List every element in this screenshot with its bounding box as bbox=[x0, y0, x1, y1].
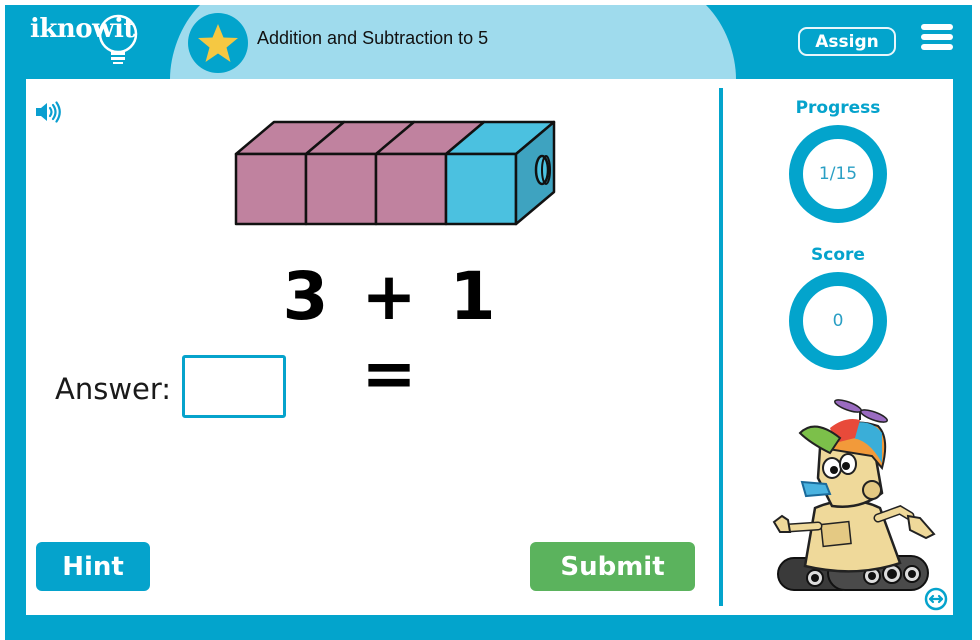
speaker-icon[interactable] bbox=[35, 101, 63, 123]
blue-cube-front bbox=[444, 152, 518, 226]
lesson-star-badge bbox=[188, 13, 248, 73]
pink-cube-front bbox=[234, 152, 308, 226]
progress-value: 1/15 bbox=[818, 164, 858, 184]
score-value: 0 bbox=[832, 311, 844, 331]
lesson-title: Addition and Subtraction to 5 bbox=[257, 28, 489, 48]
score-label: Score bbox=[811, 245, 865, 265]
assign-button[interactable]: Assign bbox=[798, 27, 896, 56]
hamburger-menu-icon[interactable] bbox=[921, 24, 953, 54]
progress-ring: 1/15 bbox=[789, 125, 887, 223]
swap-horizontal-icon[interactable] bbox=[924, 587, 948, 611]
progress-label: Progress bbox=[795, 98, 881, 118]
pink-cube-front bbox=[374, 152, 448, 226]
submit-button[interactable]: Submit bbox=[530, 542, 695, 591]
answer-label: Answer: bbox=[55, 372, 172, 406]
star-icon bbox=[198, 24, 238, 62]
score-ring: 0 bbox=[789, 272, 887, 370]
counting-blocks bbox=[234, 120, 556, 226]
pink-cube-front bbox=[304, 152, 378, 226]
hint-button[interactable]: Hint bbox=[36, 542, 150, 591]
sidebar-divider bbox=[719, 88, 723, 606]
answer-input[interactable] bbox=[182, 355, 286, 418]
lightbulb-icon bbox=[98, 14, 138, 64]
robot-mascot bbox=[772, 399, 936, 591]
